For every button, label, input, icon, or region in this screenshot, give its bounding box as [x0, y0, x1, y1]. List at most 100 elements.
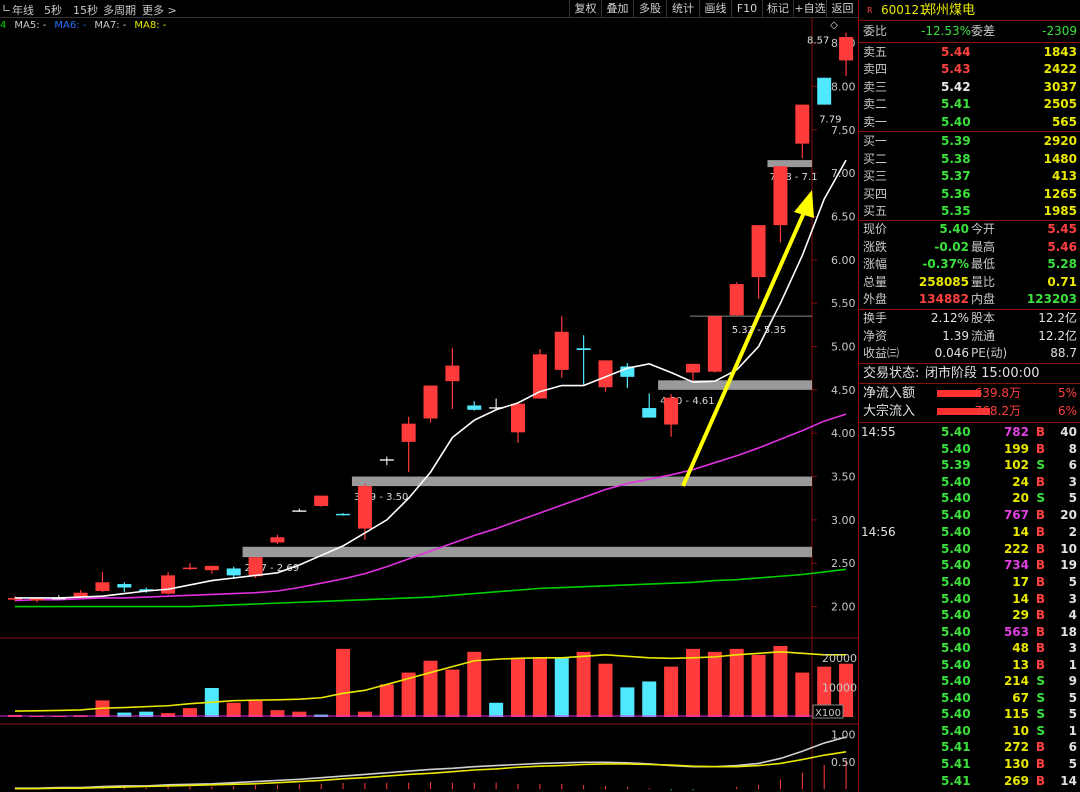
- toolbar-button[interactable]: 画线: [699, 0, 731, 18]
- bid-volume: 1480: [1043, 151, 1077, 166]
- candle[interactable]: [685, 363, 700, 373]
- candle[interactable]: [336, 513, 351, 516]
- candle[interactable]: [511, 403, 526, 433]
- stat-value: 1.39: [942, 328, 969, 343]
- stat-row: 换手 2.12% 股本 12.2亿: [859, 310, 1080, 327]
- candle[interactable]: [270, 537, 285, 543]
- candle[interactable]: [642, 408, 657, 418]
- status-value: 闭市阶段 15:00:00: [925, 366, 1040, 381]
- ma-legend-item: MA8: -: [134, 20, 167, 31]
- tick-count: 1: [1068, 657, 1077, 672]
- tick-count: 3: [1068, 641, 1077, 656]
- tick-volume: 24: [1012, 474, 1029, 489]
- tick-count: 3: [1068, 474, 1077, 489]
- y-tick-label: 4.00: [831, 427, 856, 440]
- volume-bar: [707, 651, 722, 717]
- stat-value: 88.7: [1050, 346, 1077, 361]
- candle[interactable]: [379, 459, 394, 461]
- tick-row: 5.40 734 B 19: [859, 557, 1080, 574]
- ma-legend: 4 MA5: - MA6: - MA7: - MA8: -: [0, 20, 174, 31]
- period-tab[interactable]: 多周期: [103, 2, 136, 18]
- stat-label: 涨跌: [863, 239, 888, 254]
- candle[interactable]: [467, 405, 482, 410]
- panel-separator: [859, 383, 1080, 384]
- candle[interactable]: [314, 495, 329, 507]
- tick-side: B: [1035, 558, 1045, 573]
- panel-separator: [859, 20, 1080, 21]
- panel-separator: [859, 131, 1080, 132]
- stat-label: 今开: [971, 222, 996, 236]
- tick-side: B: [1035, 740, 1045, 755]
- candle[interactable]: [357, 486, 372, 529]
- stat-label: 最高: [971, 239, 996, 254]
- period-tab[interactable]: 5秒: [44, 2, 62, 18]
- tick-volume: 115: [1003, 707, 1029, 722]
- y-tick-label: 4.50: [831, 384, 856, 397]
- y-tick-label: 5.50: [831, 297, 856, 310]
- tick-volume: 67: [1012, 690, 1029, 705]
- flow-pct: 6%: [1057, 404, 1077, 418]
- tick-count: 8: [1068, 441, 1077, 456]
- candle[interactable]: [445, 365, 460, 382]
- toolbar-button[interactable]: 标记: [762, 0, 793, 18]
- volume-bar: [532, 657, 547, 717]
- tick-row: 5.40 115 S 5: [859, 706, 1080, 723]
- toolbar-button[interactable]: 统计: [666, 0, 699, 18]
- candle[interactable]: [773, 166, 788, 226]
- toolbar-button[interactable]: 叠加: [601, 0, 633, 18]
- macd-tick-label: 0.50: [831, 756, 856, 769]
- tick-side: S: [1036, 674, 1045, 689]
- candle[interactable]: [95, 582, 110, 591]
- flow-row: 净流入额 639.8万 5%: [859, 385, 1080, 402]
- stat-label: 涨幅: [863, 257, 888, 272]
- candle[interactable]: [664, 397, 679, 425]
- candle[interactable]: [707, 316, 722, 372]
- toolbar-button[interactable]: 复权: [569, 0, 601, 18]
- candle[interactable]: [423, 385, 438, 419]
- price-annotation: 7.79: [819, 114, 841, 125]
- candle[interactable]: [729, 284, 744, 316]
- period-tab[interactable]: 年线: [12, 2, 34, 18]
- ask-label: 卖四: [863, 62, 888, 77]
- candle[interactable]: [204, 565, 219, 571]
- candle[interactable]: [598, 360, 613, 388]
- volume-bar: [336, 648, 351, 717]
- tick-row: 5.40 48 B 3: [859, 640, 1080, 657]
- flow-value: 639.8万: [974, 386, 1021, 400]
- candle[interactable]: [554, 331, 569, 370]
- candle[interactable]: [226, 568, 241, 576]
- candle[interactable]: [839, 37, 854, 61]
- tick-count: 40: [1060, 425, 1077, 439]
- candle[interactable]: [161, 575, 176, 594]
- kline-chart[interactable]: 8.508.007.507.006.506.005.505.004.504.00…: [0, 18, 858, 792]
- toolbar-button[interactable]: F10: [731, 0, 762, 18]
- period-tab[interactable]: 更多 >: [142, 2, 177, 18]
- tick-row: 5.41 272 B 6: [859, 739, 1080, 756]
- candle[interactable]: [292, 510, 307, 512]
- tick-volume: 272: [1003, 740, 1029, 755]
- toolbar-button[interactable]: +自选: [793, 0, 826, 18]
- bid-price: 5.39: [941, 134, 971, 148]
- candle[interactable]: [817, 77, 832, 105]
- candle[interactable]: [576, 348, 591, 350]
- candle[interactable]: [182, 567, 197, 570]
- candle[interactable]: [248, 557, 263, 577]
- toolbar-button[interactable]: 返回: [826, 0, 858, 18]
- tick-price: 5.40: [941, 657, 971, 672]
- period-tab[interactable]: 15秒: [73, 2, 98, 18]
- stock-name: 郑州煤电: [923, 3, 976, 18]
- candle[interactable]: [795, 104, 810, 144]
- period-tab[interactable]: ∟: [2, 2, 11, 15]
- tick-count: 5: [1068, 690, 1077, 705]
- tick-count: 3: [1068, 591, 1077, 606]
- tick-volume: 14: [1012, 591, 1029, 606]
- volume-bar: [642, 681, 657, 717]
- tick-price: 5.41: [941, 773, 971, 788]
- volume-tick-label: 20000: [822, 652, 857, 665]
- bid-volume: 1265: [1043, 186, 1077, 201]
- ma-legend-item: MA6: -: [54, 20, 87, 31]
- candle[interactable]: [401, 423, 416, 442]
- candle[interactable]: [751, 225, 766, 278]
- toolbar-button[interactable]: 多股: [633, 0, 666, 18]
- candle[interactable]: [117, 584, 132, 588]
